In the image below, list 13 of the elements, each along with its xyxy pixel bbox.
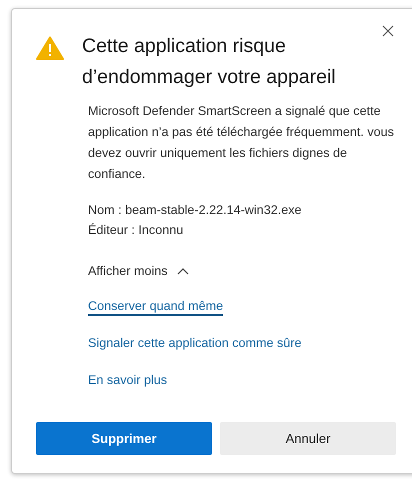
warning-message: Microsoft Defender SmartScreen a signalé que cette application n’a pas été téléchargée fréquemment. vous devez ouvrir uniquement les fichiers dignes de confiance. — [88, 103, 395, 183]
delete-button[interactable]: Supprimer — [36, 422, 212, 455]
dialog-title: Cette application risque d’endommager votre appareil — [82, 34, 337, 90]
link[interactable]: Signaler cette application comme sûre — [88, 335, 302, 353]
link[interactable]: En savoir plus — [88, 372, 168, 390]
link[interactable]: Conserver quand même — [88, 298, 224, 316]
cancel-button[interactable]: Annuler — [220, 422, 396, 455]
show-less-toggle[interactable]: Afficher moins — [88, 264, 189, 278]
close-icon[interactable] — [382, 25, 394, 37]
warning-icon — [36, 36, 64, 60]
file-detail: Nom : beam-stable-2.22.14-win32.exe — [88, 202, 303, 219]
caret-icon — [176, 267, 189, 275]
file-detail: Éditeur : Inconnu — [88, 222, 184, 239]
